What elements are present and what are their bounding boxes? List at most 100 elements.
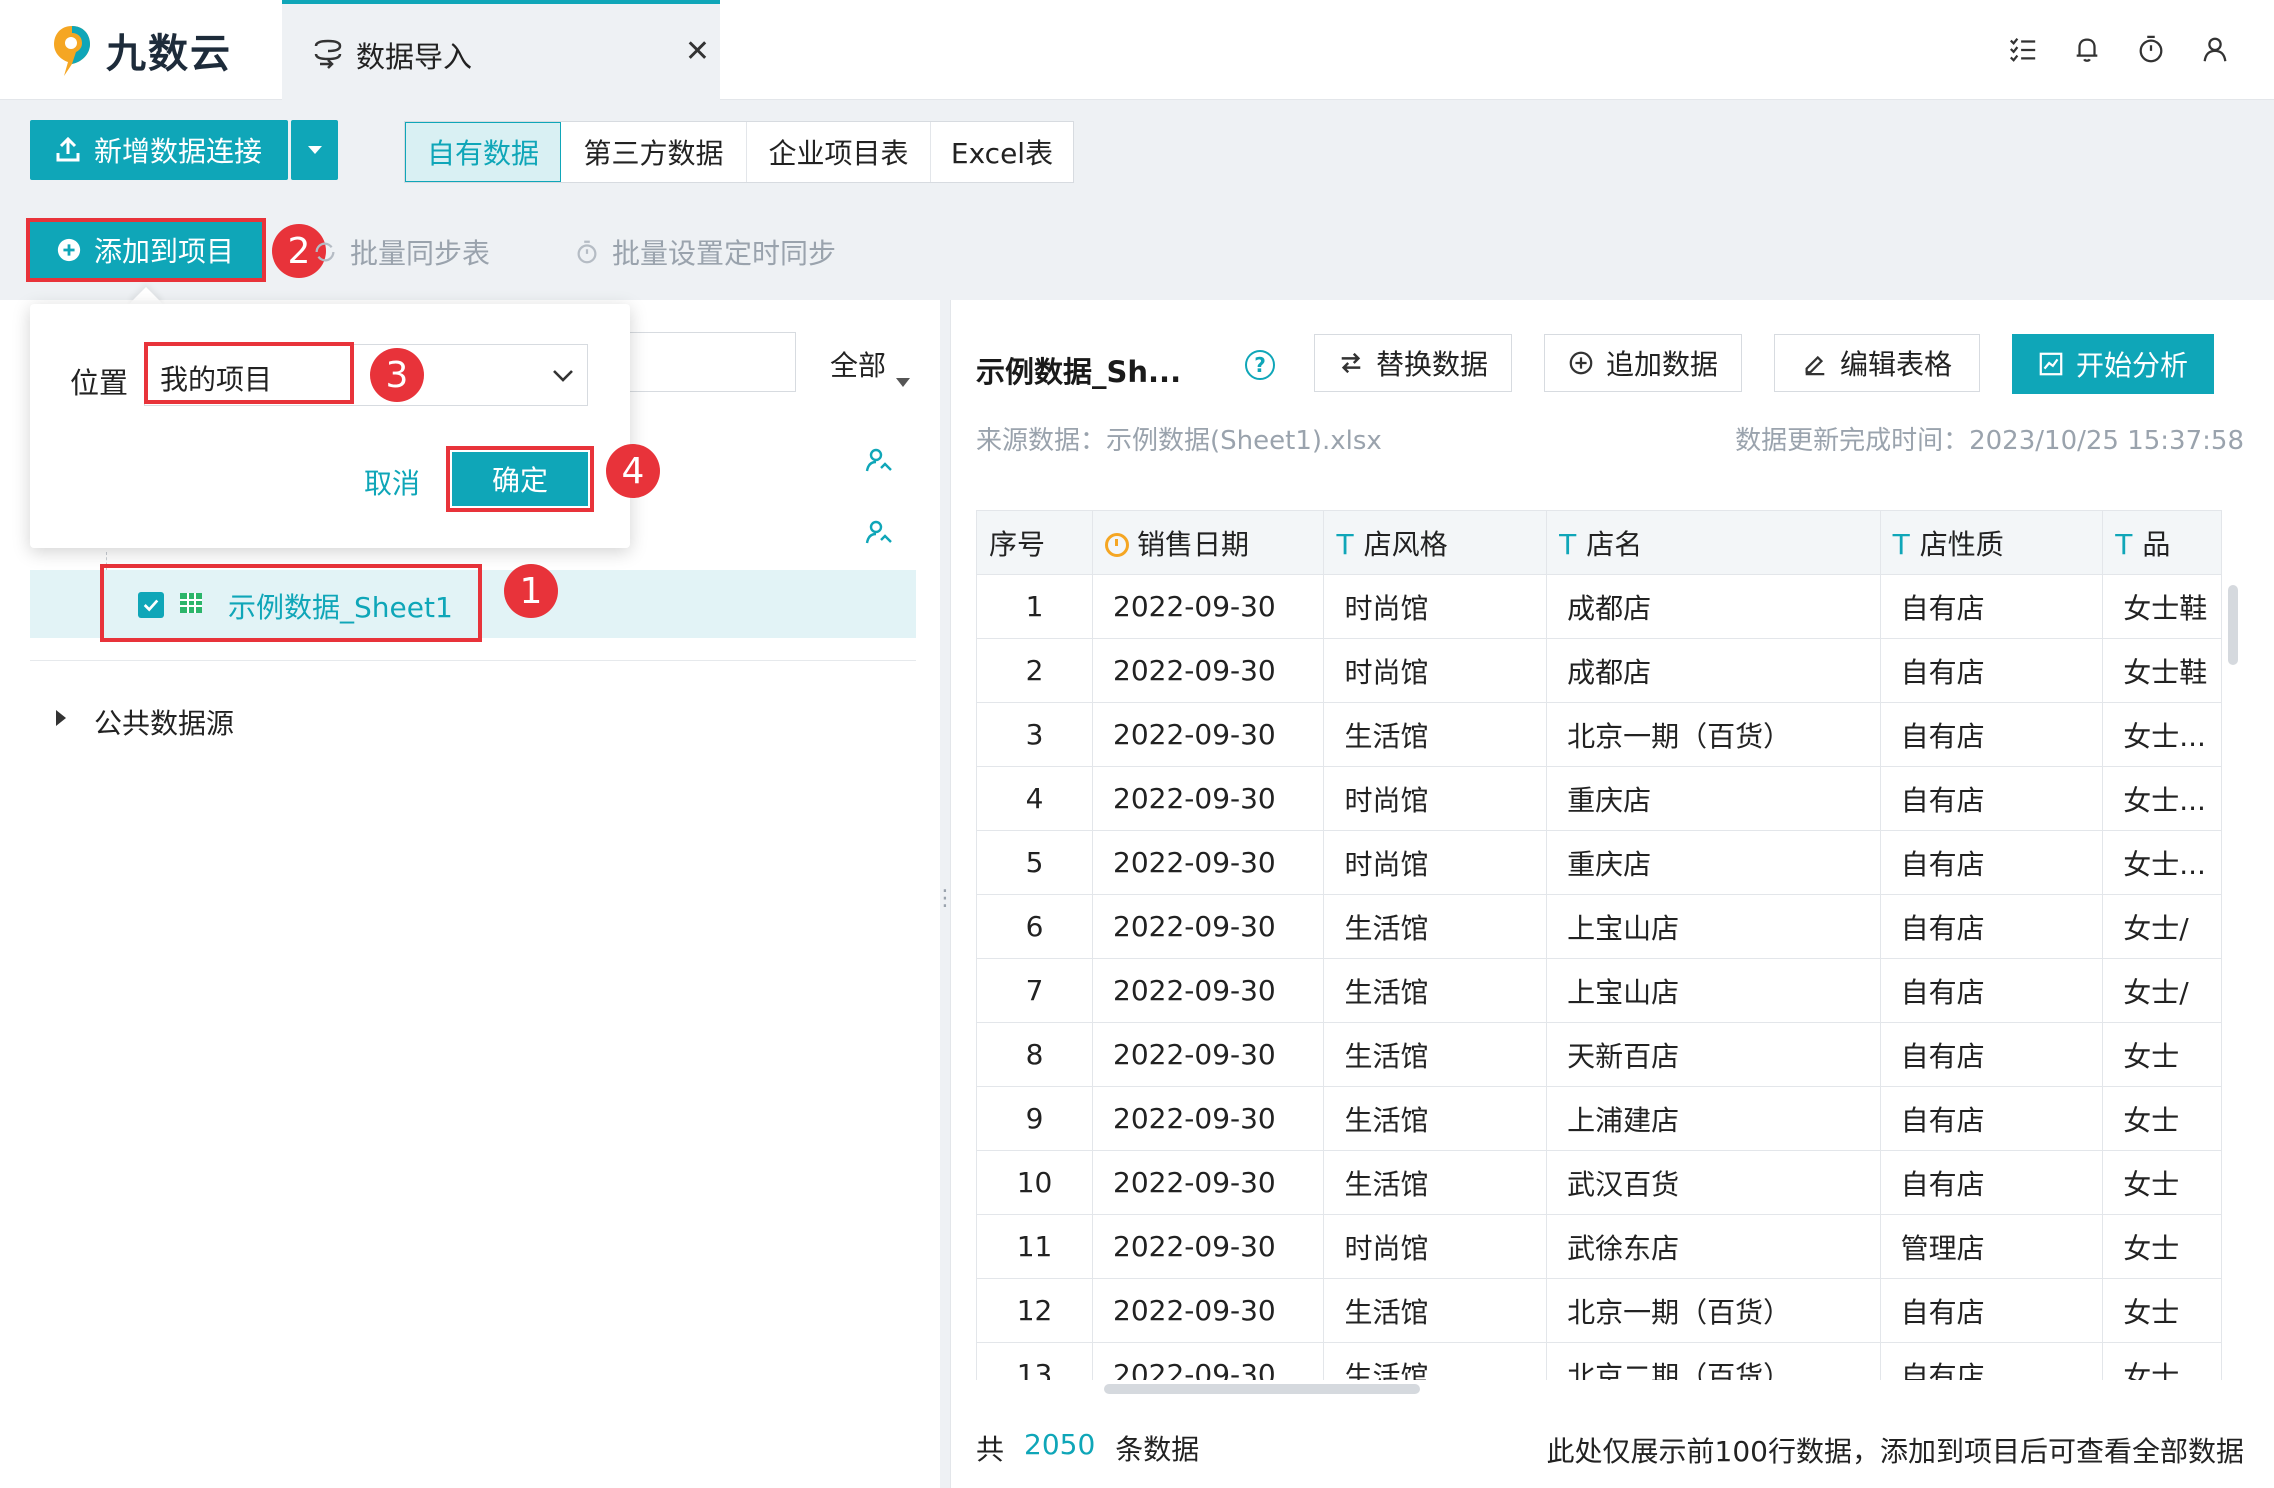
table-row[interactable]: 6 2022-09-30 生活馆 上宝山店 自有店 女士/	[977, 894, 2222, 959]
column-header[interactable]: T 店风格	[1323, 510, 1548, 575]
table-cell: 2022-09-30	[1092, 574, 1325, 639]
edit-table-button[interactable]: 编辑表格	[1774, 334, 1980, 392]
close-icon[interactable]: ✕	[685, 34, 710, 69]
sync-icon	[315, 242, 335, 262]
table-cell: 2022-09-30	[1092, 958, 1325, 1023]
table-row[interactable]: 5 2022-09-30 时尚馆 重庆店 自有店 女士...	[977, 830, 2222, 895]
annotation-frame-4	[446, 446, 594, 512]
table-cell: 自有店	[1880, 1278, 2104, 1343]
batch-schedule-button[interactable]: 批量设置定时同步	[574, 232, 836, 272]
annotation-frame-3	[144, 342, 354, 404]
user-icon[interactable]	[2196, 30, 2234, 68]
row-count-suffix: 条数据	[1115, 1433, 1200, 1466]
chart-icon	[2039, 352, 2063, 376]
table-cell: 上浦建店	[1546, 1086, 1881, 1151]
caret-down-icon	[307, 146, 322, 154]
column-header[interactable]: 序号	[977, 510, 1094, 575]
horizontal-scrollbar[interactable]	[1104, 1384, 1420, 1394]
table-cell: 女士	[2102, 1022, 2222, 1087]
tab-own-data[interactable]: 自有数据	[405, 122, 561, 182]
table-row[interactable]: 11 2022-09-30 时尚馆 武徐东店 管理店 女士	[977, 1214, 2222, 1279]
table-cell: 8	[977, 1022, 1094, 1087]
table-cell: 1	[977, 574, 1094, 639]
batch-sync-label: 批量同步表	[350, 237, 491, 270]
table-row[interactable]: 9 2022-09-30 生活馆 上浦建店 自有店 女士	[977, 1086, 2222, 1151]
tab-third-party[interactable]: 第三方数据	[561, 122, 747, 182]
table-cell: 自有店	[1880, 1086, 2104, 1151]
tab-excel[interactable]: Excel表	[931, 122, 1073, 182]
task-list-icon[interactable]	[2004, 30, 2042, 68]
table-header-row: 序号 销售日期 T 店风格 T 店名 T 店性质 T品	[977, 510, 2222, 575]
cancel-button[interactable]: 取消	[364, 462, 420, 502]
help-icon[interactable]: ?	[1245, 350, 1275, 380]
table-row[interactable]: 4 2022-09-30 时尚馆 重庆店 自有店 女士...	[977, 766, 2222, 831]
table-row[interactable]: 3 2022-09-30 生活馆 北京一期（百货） 自有店 女士...	[977, 702, 2222, 767]
tab-third-party-label: 第三方数据	[583, 137, 724, 170]
public-data-source[interactable]: 公共数据源	[94, 702, 234, 742]
caret-down-icon[interactable]	[896, 378, 910, 387]
table-cell: 北京一期（百货）	[1546, 702, 1881, 767]
edit-icon	[1805, 355, 1825, 376]
timer-icon[interactable]	[2132, 30, 2170, 68]
table-row[interactable]: 12 2022-09-30 生活馆 北京一期（百货） 自有店 女士	[977, 1278, 2222, 1343]
append-data-button[interactable]: 追加数据	[1544, 334, 1742, 392]
plus-circle-icon	[1569, 351, 1593, 375]
chevron-down-icon[interactable]	[550, 362, 576, 388]
table-cell: 女士	[2102, 1278, 2222, 1343]
table-cell: 上宝山店	[1546, 894, 1881, 959]
annotation-frame-1	[100, 564, 482, 642]
table-row[interactable]: 2 2022-09-30 时尚馆 成都店 自有店 女士鞋	[977, 638, 2222, 703]
column-header[interactable]: T品	[2102, 510, 2222, 575]
batch-sync-button[interactable]: 批量同步表	[312, 232, 490, 272]
start-analysis-label: 开始分析	[2075, 349, 2188, 382]
replace-data-label: 替换数据	[1375, 348, 1488, 381]
table-cell: 时尚馆	[1323, 574, 1548, 639]
data-preview-table[interactable]: 序号 销售日期 T 店风格 T 店名 T 店性质 T品 1 2022-09-30 时尚馆成…	[976, 510, 2222, 1380]
table-row[interactable]: 13 2022-09-30 生活馆 北京二期（百货） 自有店 女士	[977, 1342, 2222, 1380]
vertical-scrollbar[interactable]	[2228, 585, 2238, 665]
table-cell: 上宝山店	[1546, 958, 1881, 1023]
preview-note: 此处仅展示前100行数据，添加到项目后可查看全部数据	[1546, 1435, 2244, 1468]
replace-data-button[interactable]: 替换数据	[1314, 334, 1512, 392]
table-row[interactable]: 8 2022-09-30 生活馆 天新百店 自有店 女士	[977, 1022, 2222, 1087]
table-cell: 自有店	[1880, 1022, 2104, 1087]
table-cell: 生活馆	[1323, 702, 1548, 767]
table-cell: 13	[977, 1342, 1094, 1380]
table-cell: 自有店	[1880, 638, 2104, 703]
table-row[interactable]: 1 2022-09-30 时尚馆 成都店 自有店 女士鞋	[977, 574, 2222, 639]
app-logo[interactable]: 九数云	[50, 22, 232, 78]
table-cell: 时尚馆	[1323, 830, 1548, 895]
new-connection-dropdown[interactable]	[291, 120, 338, 180]
table-cell: 2022-09-30	[1092, 894, 1325, 959]
table-cell: 女士...	[2102, 702, 2222, 767]
column-header[interactable]: 销售日期	[1092, 510, 1325, 575]
update-time: 数据更新完成时间：2023/10/25 15:37:58	[1735, 426, 2244, 456]
filter-dropdown[interactable]: 全部	[830, 344, 886, 384]
table-cell: 女士鞋	[2102, 574, 2222, 639]
table-row[interactable]: 10 2022-09-30 生活馆 武汉百货 自有店 女士	[977, 1150, 2222, 1215]
tab-own-data-label: 自有数据	[426, 137, 539, 170]
table-cell: 自有店	[1880, 1342, 2104, 1380]
column-label: 品	[2142, 527, 2171, 561]
table-cell: 2022-09-30	[1092, 1214, 1325, 1279]
new-connection-button[interactable]: 新增数据连接	[30, 120, 288, 180]
table-cell: 生活馆	[1323, 1086, 1548, 1151]
bell-icon[interactable]	[2068, 30, 2106, 68]
table-cell: 女士	[2102, 1086, 2222, 1151]
caret-right-icon[interactable]	[56, 710, 66, 726]
column-header[interactable]: T 店名	[1546, 510, 1881, 575]
tab-data-import[interactable]: 数据导入 ✕	[282, 0, 720, 100]
tab-enterprise-tables[interactable]: 企业项目表	[747, 122, 931, 182]
table-cell: 时尚馆	[1323, 766, 1548, 831]
user-sync-icon[interactable]	[864, 518, 894, 548]
stopwatch-icon	[577, 240, 597, 264]
table-row[interactable]: 7 2022-09-30 生活馆 上宝山店 自有店 女士/	[977, 958, 2222, 1023]
logo-text: 九数云	[106, 31, 232, 77]
text-type-icon: T	[1892, 527, 1910, 561]
column-header[interactable]: T 店性质	[1880, 510, 2104, 575]
table-cell: 生活馆	[1323, 1150, 1548, 1215]
start-analysis-button[interactable]: 开始分析	[2012, 334, 2214, 394]
user-sync-icon[interactable]	[864, 446, 894, 476]
table-cell: 3	[977, 702, 1094, 767]
table-cell: 女士	[2102, 1150, 2222, 1215]
